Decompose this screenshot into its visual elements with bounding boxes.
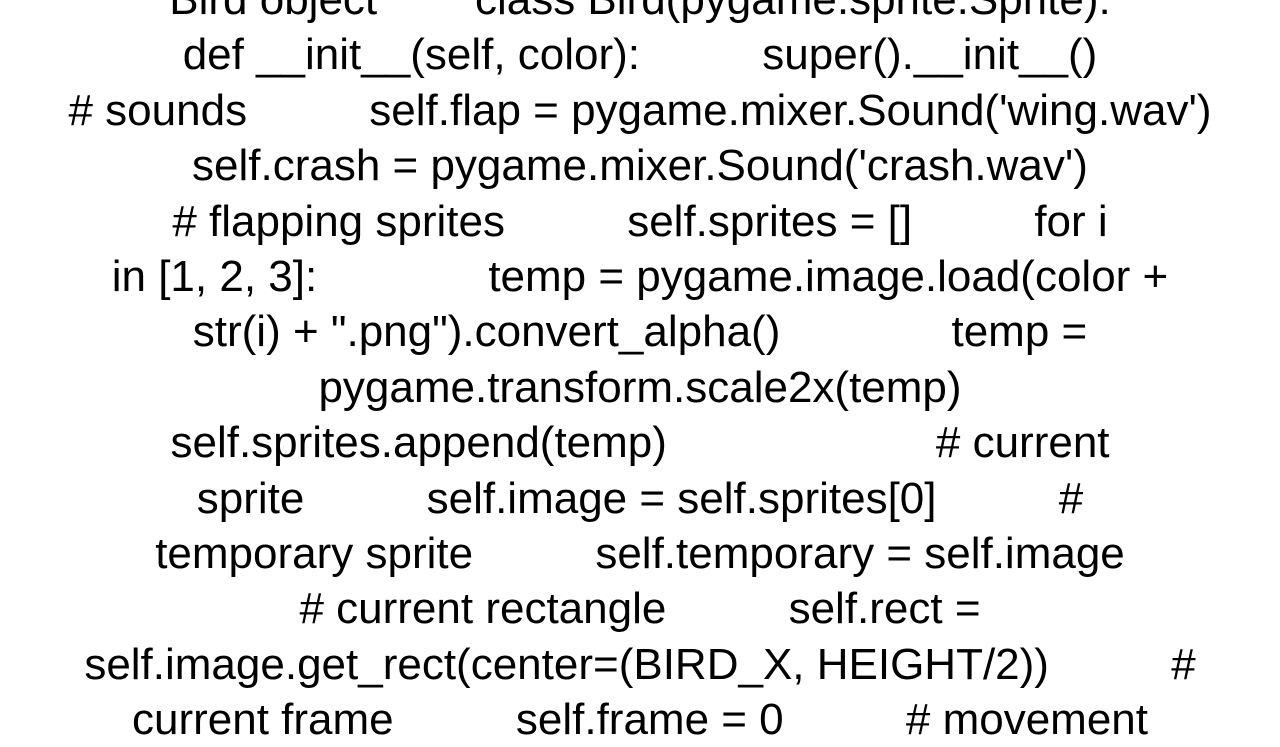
code-line: # flapping sprites self.sprites = [] for…: [172, 196, 1108, 246]
code-line: self.sprites.append(temp) # current: [170, 418, 1110, 468]
code-line: sprite self.image = self.sprites[0] #: [196, 473, 1084, 523]
code-line: # current rectangle self.rect =: [299, 584, 981, 634]
code-text-document: Bird object class Bird(pygame.sprite.Spr…: [0, 0, 1280, 747]
code-line: pygame.transform.scale2x(temp): [318, 362, 962, 412]
code-line: in [1, 2, 3]: temp = pygame.image.load(c…: [111, 251, 1169, 301]
code-line: # sounds self.flap = pygame.mixer.Sound(…: [68, 85, 1212, 135]
code-line: temporary sprite self.temporary = self.i…: [155, 528, 1125, 578]
code-line: self.crash = pygame.mixer.Sound('crash.w…: [192, 141, 1088, 191]
code-line: str(i) + ".png").convert_alpha() temp =: [192, 307, 1088, 357]
code-line: def __init__(self, color): super().__ini…: [182, 30, 1098, 80]
code-line: Bird object class Bird(pygame.sprite.Spr…: [0, 0, 1280, 27]
code-line: self.image.get_rect(center=(BIRD_X, HEIG…: [84, 639, 1196, 689]
